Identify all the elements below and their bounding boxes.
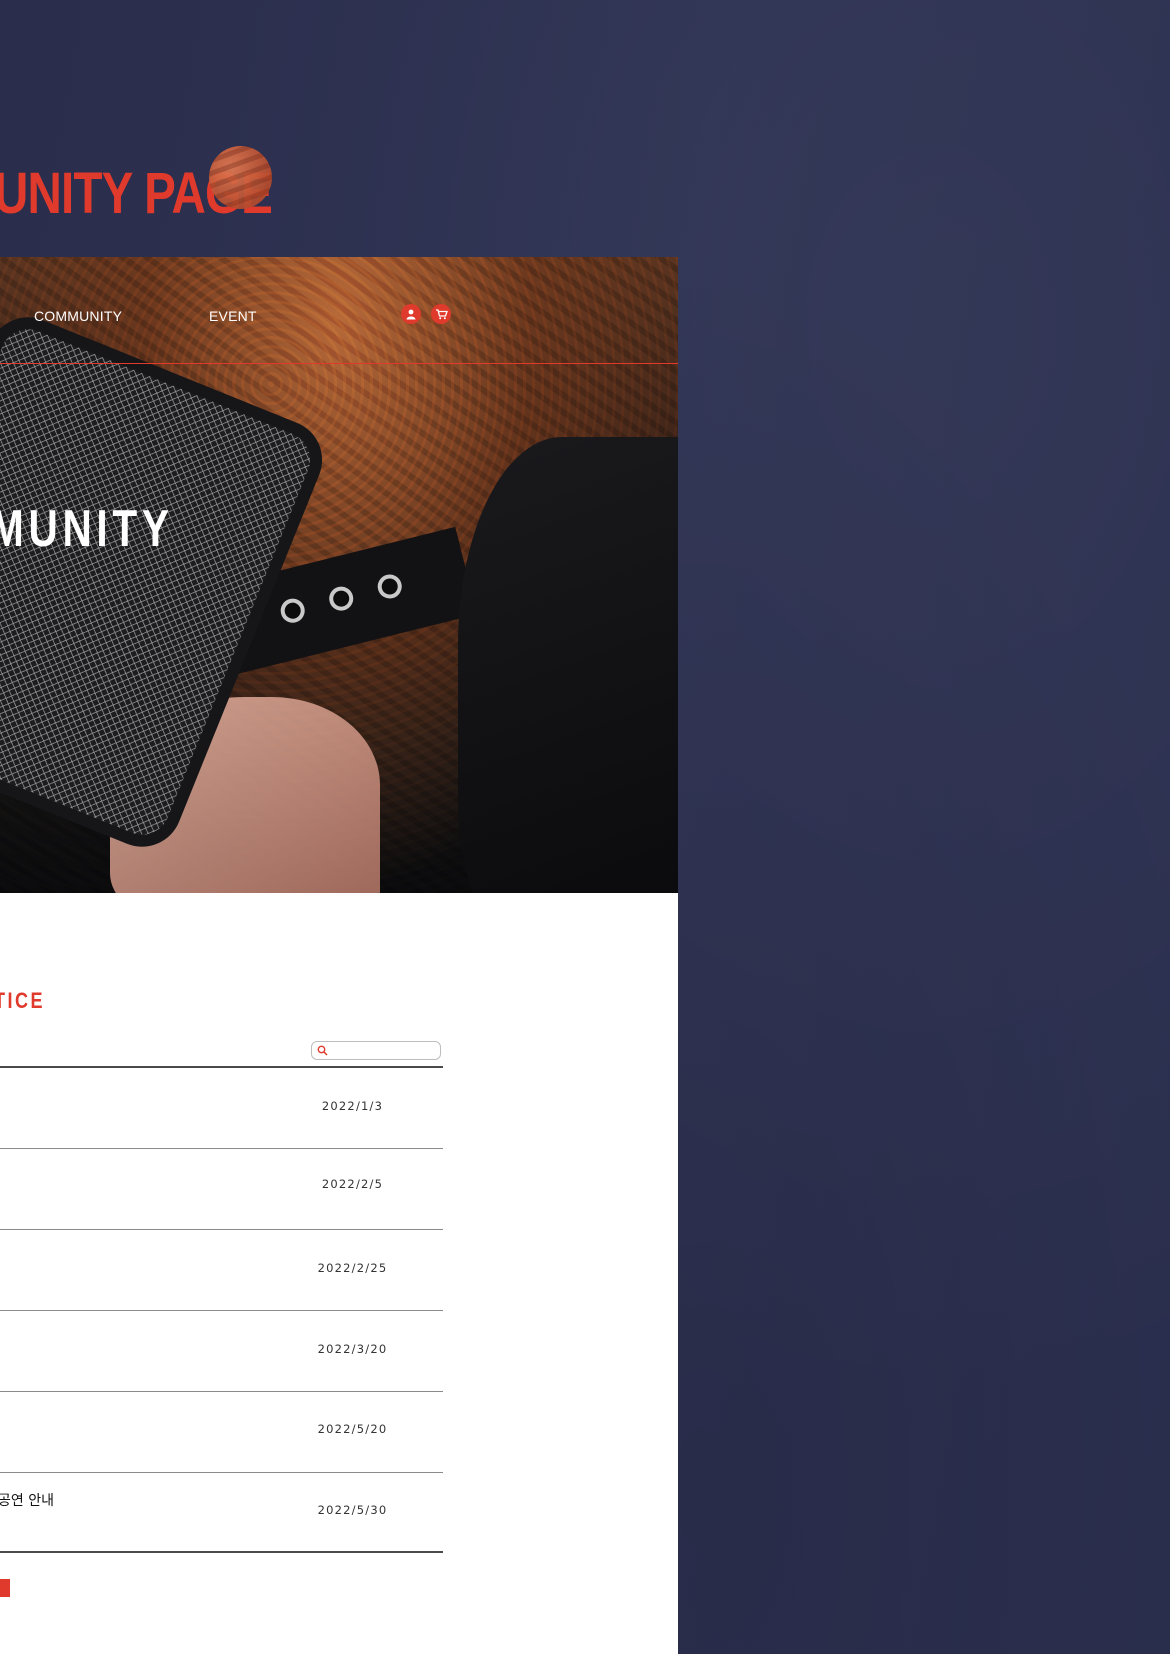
- search-icon: [317, 1045, 328, 1056]
- notice-row[interactable]: 2022/1/3: [0, 1068, 443, 1149]
- notice-row-date: 2022/2/25: [317, 1261, 388, 1275]
- notice-row[interactable]: 2022/3/20: [0, 1311, 443, 1392]
- notice-row-date: 2022/5/20: [317, 1422, 388, 1436]
- notice-section-title: TICE: [0, 988, 45, 1013]
- notice-row-title: 공연 안내: [0, 1493, 54, 1509]
- notice-row-date: 2022/1/3: [321, 1099, 384, 1113]
- jacket-graphic: [458, 437, 678, 893]
- notice-row[interactable]: 공연 안내 2022/5/30: [0, 1473, 443, 1554]
- notice-row[interactable]: 2022/5/20: [0, 1392, 443, 1473]
- planet-logo: [209, 146, 272, 209]
- hero-title: MUNITY: [0, 500, 174, 558]
- notice-row-date: 2022/2/5: [321, 1177, 384, 1191]
- belt-eyelet: [278, 596, 308, 626]
- nav-item-community[interactable]: COMMUNITY: [34, 308, 122, 324]
- cart-icon[interactable]: [431, 304, 451, 324]
- user-glyph: [406, 309, 416, 320]
- belt-eyelet: [326, 584, 356, 614]
- table-bottom-border: [0, 1551, 443, 1553]
- top-nav: COMMUNITY EVENT: [0, 257, 678, 364]
- notice-row[interactable]: 2022/2/25: [0, 1230, 443, 1311]
- hero-banner: COMMUNITY EVENT MUNITY: [0, 257, 678, 893]
- notice-row-date: 2022/3/20: [317, 1342, 388, 1356]
- user-icon[interactable]: [401, 304, 421, 324]
- nav-item-event[interactable]: EVENT: [209, 308, 257, 324]
- write-button[interactable]: [0, 1579, 10, 1597]
- cart-glyph: [435, 309, 448, 320]
- notice-row-date: 2022/5/30: [317, 1503, 388, 1517]
- search-box[interactable]: [311, 1041, 441, 1060]
- belt-eyelet: [375, 571, 405, 602]
- search-input[interactable]: [330, 1043, 434, 1057]
- notice-row[interactable]: 2022/2/5: [0, 1149, 443, 1230]
